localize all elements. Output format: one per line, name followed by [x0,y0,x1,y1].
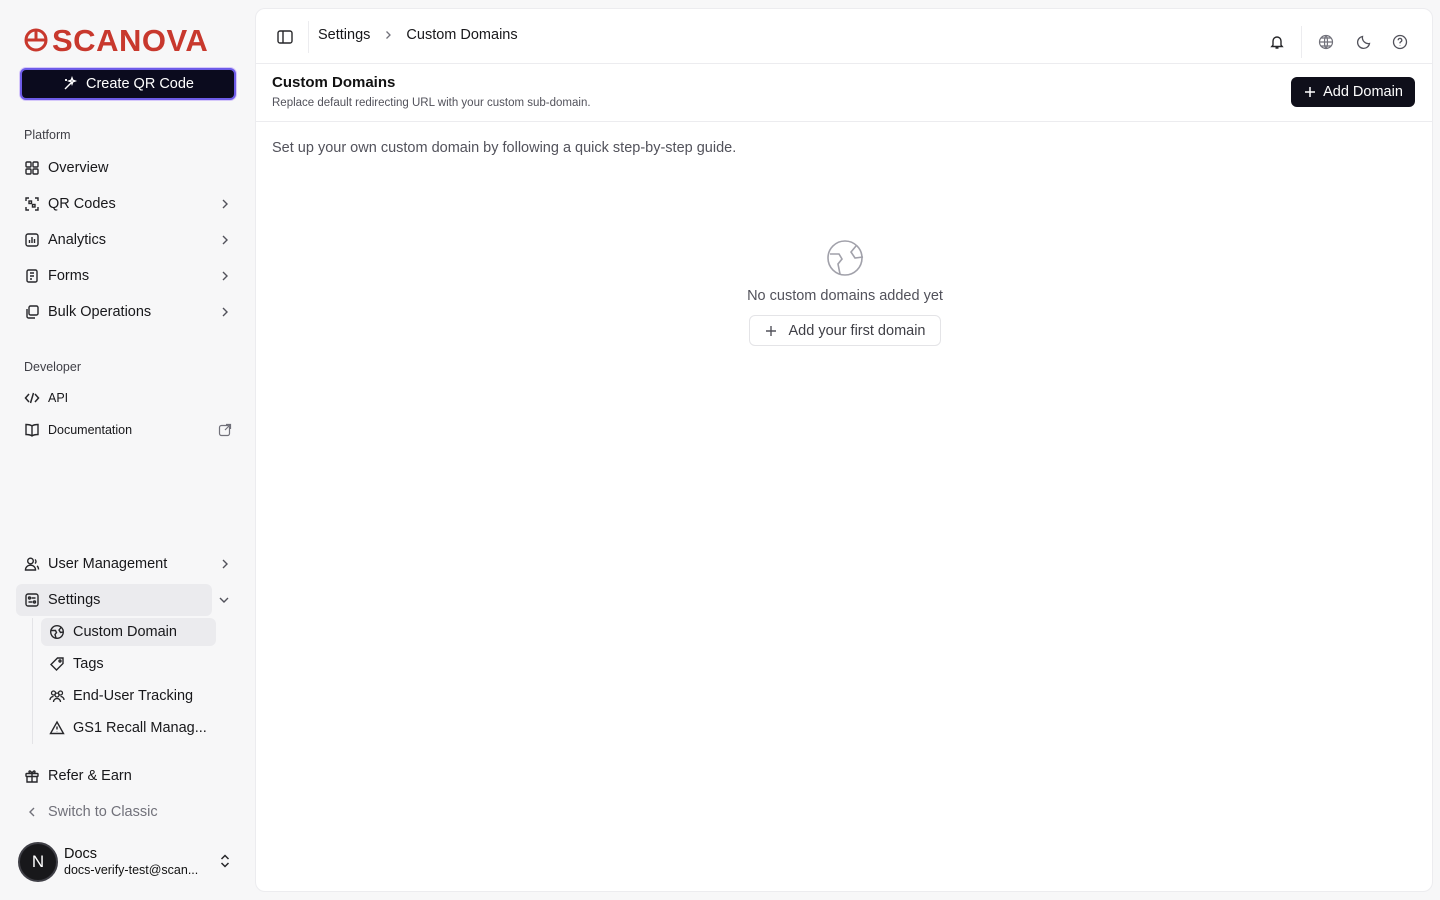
add-domain-button[interactable]: Add Domain [1291,77,1415,107]
topbar: Settings Custom Domains [256,9,1432,64]
nav-item-label: API [48,391,69,405]
warning-icon [49,720,65,736]
empty-state-text: No custom domains added yet [747,288,943,304]
breadcrumb: Settings Custom Domains [318,27,518,43]
sub-item-label: End-User Tracking [73,688,194,704]
nav-item-analytics[interactable]: Analytics [16,224,240,256]
nav-item-label: Documentation [48,423,133,437]
sub-item-custom-domain[interactable]: Custom Domain [41,618,216,646]
nav-item-qr-codes[interactable]: QR Codes [16,188,240,220]
user-name: Docs [64,845,98,862]
chevrons-up-down-icon [218,853,232,869]
language-icon[interactable] [1316,32,1336,52]
page-subtitle: Replace default redirecting URL with you… [272,97,591,109]
user-email: docs-verify-test@scan... [64,863,199,878]
chevron-left-icon [24,804,40,820]
breadcrumb-settings[interactable]: Settings [318,27,370,43]
nav-item-label: QR Codes [48,196,116,212]
breadcrumb-custom-domains: Custom Domains [406,27,518,43]
switch-to-classic-link[interactable]: Switch to Classic [16,796,240,828]
page-title: Custom Domains [272,74,396,91]
create-qr-code-label: Create QR Code [86,76,194,92]
topbar-divider [1301,26,1302,58]
user-menu[interactable]: N Docs docs-verify-test@scan... [18,840,240,884]
nav-item-api[interactable]: API [16,384,240,412]
chevron-right-icon [218,305,232,319]
nav-item-refer-earn[interactable]: Refer & Earn [16,760,240,792]
gift-icon [24,768,40,784]
nav-item-label: Switch to Classic [48,804,158,820]
nav-item-user-management[interactable]: User Management [16,548,240,580]
sub-item-gs1-recall[interactable]: GS1 Recall Manag... [41,714,216,742]
add-first-domain-label: Add your first domain [788,322,926,339]
user-icon [24,556,40,572]
book-icon [24,422,40,438]
chevron-right-icon [218,557,232,571]
grid-icon [24,160,40,176]
add-first-domain-button[interactable]: Add your first domain [749,315,941,346]
sub-item-label: GS1 Recall Manag... [73,720,207,736]
scanova-logo-icon [24,28,48,52]
tag-icon [49,656,65,672]
brand-logo[interactable]: SCANOVA [24,24,208,56]
nav-item-forms[interactable]: Forms [16,260,240,292]
brand-name: SCANOVA [52,22,209,58]
layers-icon [24,304,40,320]
chart-icon [24,232,40,248]
main-panel: Settings Custom Domains Custom Domains R… [255,8,1433,892]
help-icon[interactable] [1390,32,1410,52]
nav-item-label: Forms [48,268,90,284]
nav-item-label: Refer & Earn [48,768,132,784]
sub-item-label: Custom Domain [73,624,177,640]
add-domain-label: Add Domain [1323,84,1403,100]
users-icon [49,688,65,704]
developer-section-label: Developer [24,360,81,374]
chevron-right-icon [218,197,232,211]
globe-icon [826,239,864,277]
bell-icon[interactable] [1267,32,1287,52]
nav-item-label: User Management [48,556,168,572]
settings-submenu-line [32,618,33,744]
sub-item-label: Tags [73,656,104,672]
nav-item-label: Settings [48,592,101,608]
code-icon [24,390,40,406]
sidebar: SCANOVA Create QR Code Platform Overview… [0,0,255,900]
avatar: N [18,842,58,882]
topbar-divider [308,21,309,53]
intro-text: Set up your own custom domain by followi… [272,140,737,156]
plus-icon [766,325,777,336]
chevron-down-icon[interactable] [217,593,231,607]
nav-item-overview[interactable]: Overview [16,152,240,184]
chevron-right-icon [218,233,232,247]
sidebar-toggle-icon[interactable] [276,28,294,46]
moon-icon[interactable] [1354,32,1374,52]
qr-scan-icon [24,196,40,212]
external-link-icon [218,423,232,437]
settings-panel-icon [24,592,40,608]
platform-section-label: Platform [24,128,71,142]
plus-icon [1305,87,1316,97]
form-icon [24,268,40,284]
create-qr-code-button[interactable]: Create QR Code [20,68,236,100]
sparkle-icon [64,76,78,90]
page-header: Custom Domains Replace default redirecti… [256,64,1432,122]
nav-item-bulk-operations[interactable]: Bulk Operations [16,296,240,328]
nav-item-label: Analytics [48,232,107,248]
sub-item-end-user-tracking[interactable]: End-User Tracking [41,682,216,710]
nav-item-label: Overview [48,160,109,176]
nav-item-settings[interactable]: Settings [16,584,212,616]
sub-item-tags[interactable]: Tags [41,650,216,678]
chevron-right-icon [218,269,232,283]
chevron-right-icon [382,29,394,41]
nav-item-documentation[interactable]: Documentation [16,416,240,444]
topbar-actions [1267,26,1410,58]
user-info: Docs docs-verify-test@scan... [64,846,210,878]
nav-item-label: Bulk Operations [48,304,152,320]
globe-icon [49,624,65,640]
